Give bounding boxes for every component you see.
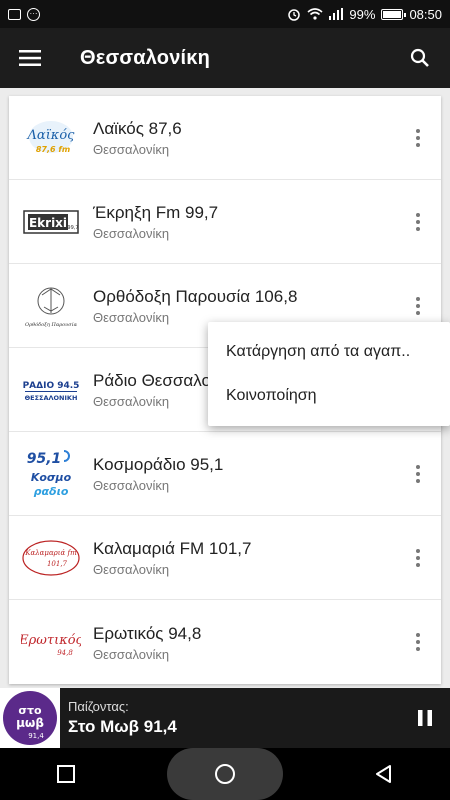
logo-text: ΡΑΔΙΟ 94.5 bbox=[23, 381, 80, 391]
station-city: Θεσσαλονίκη bbox=[93, 142, 170, 157]
station-logo: ΡΑΔΙΟ 94.5 ΘΕΣΣΑΛΟΝΙΚΗ bbox=[21, 360, 81, 420]
app-bar: Θεσσαλονίκη bbox=[0, 28, 450, 88]
more-options-icon[interactable] bbox=[395, 96, 441, 180]
station-name: Καλαμαριά FM 101,7 bbox=[93, 539, 252, 558]
signal-icon bbox=[329, 8, 344, 20]
station-city: Θεσσαλονίκη bbox=[93, 562, 170, 577]
more-options-icon[interactable] bbox=[395, 180, 441, 264]
menu-item-remove-favorite[interactable]: Κατάργηση από τα αγαπ.. bbox=[208, 330, 450, 374]
svg-text:Κοσμο: Κοσμο bbox=[31, 471, 72, 484]
back-icon[interactable] bbox=[354, 748, 414, 800]
station-row[interactable]: Καλαμαριά fm 101,7 Καλαμαριά FM 101,7 Θε… bbox=[9, 516, 441, 600]
station-logo: Λαϊκός 87,6 fm bbox=[21, 108, 81, 168]
wifi-icon bbox=[307, 8, 323, 20]
logo-text: Ekrixi bbox=[29, 216, 67, 230]
menu-item-share[interactable]: Κοινοποίηση bbox=[208, 374, 450, 418]
home-button[interactable] bbox=[166, 748, 283, 800]
pause-icon[interactable] bbox=[400, 688, 450, 748]
battery-icon bbox=[381, 8, 407, 20]
station-logo: 95,1 Κοσμο ραδιο bbox=[21, 444, 81, 504]
more-options-icon[interactable] bbox=[395, 516, 441, 600]
now-playing-logo: στο μωβ 91,4 bbox=[0, 688, 60, 748]
logo-subtext: 99,7 bbox=[67, 225, 78, 231]
now-playing-title: Στο Μωβ 91,4 bbox=[68, 717, 177, 736]
station-logo: Καλαμαριά fm 101,7 bbox=[21, 528, 81, 588]
logo-text: 95,1 bbox=[27, 451, 62, 467]
station-city: Θεσσαλονίκη bbox=[93, 226, 170, 241]
image-notification-icon bbox=[8, 8, 21, 20]
svg-text:ραδιο: ραδιο bbox=[34, 485, 69, 498]
station-logo: Ερωτικός 94,8 bbox=[21, 612, 81, 672]
recents-icon[interactable] bbox=[36, 748, 96, 800]
station-row[interactable]: 95,1 Κοσμο ραδιο Κοσμοράδιο 95,1 Θεσσαλο… bbox=[9, 432, 441, 516]
svg-text:μωβ: μωβ bbox=[16, 716, 44, 730]
station-row[interactable]: Λαϊκός 87,6 fm Λαϊκός 87,6 Θεσσαλονίκη bbox=[9, 96, 441, 180]
station-city: Θεσσαλονίκη bbox=[93, 478, 170, 493]
now-playing-bar[interactable]: στο μωβ 91,4 Παίζοντας: Στο Μωβ 91,4 bbox=[0, 688, 450, 748]
search-icon[interactable] bbox=[390, 28, 450, 88]
station-name: Ερωτικός 94,8 bbox=[93, 623, 202, 643]
page-title: Θεσσαλονίκη bbox=[80, 46, 211, 69]
alarm-icon bbox=[288, 9, 301, 21]
status-bar: ··· 99% 08:50 bbox=[0, 0, 450, 28]
station-name: Ορθόδοξη Παρουσία 106,8 bbox=[93, 287, 298, 306]
logo-text: Ορθόδοξη Παρουσία bbox=[25, 321, 78, 328]
logo-subtext: 91,4 bbox=[28, 732, 44, 740]
logo-subtext: 101,7 bbox=[47, 560, 68, 568]
logo-text: Λαϊκός bbox=[27, 128, 76, 143]
system-nav-bar bbox=[0, 748, 450, 800]
station-city: Θεσσαλονίκη bbox=[93, 646, 170, 662]
menu-icon[interactable] bbox=[0, 28, 60, 88]
logo-text: Ερωτικός bbox=[21, 633, 81, 648]
clock: 08:50 bbox=[409, 6, 442, 22]
station-row[interactable]: Ekrixi 99,7 Έκρηξη Fm 99,7 Θεσσαλονίκη bbox=[9, 180, 441, 264]
context-menu: Κατάργηση από τα αγαπ.. Κοινοποίηση bbox=[208, 322, 450, 426]
station-logo: Ορθόδοξη Παρουσία bbox=[21, 276, 81, 336]
station-name: Λαϊκός 87,6 bbox=[93, 119, 182, 138]
logo-subtext: 87,6 fm bbox=[36, 145, 70, 154]
station-logo: Ekrixi 99,7 bbox=[21, 192, 81, 252]
now-playing-label: Παίζοντας: bbox=[68, 699, 129, 714]
chat-notification-icon: ··· bbox=[27, 7, 40, 21]
station-row[interactable]: Ερωτικός 94,8 Ερωτικός 94,8 Θεσσαλονίκη bbox=[9, 600, 441, 684]
home-icon bbox=[214, 764, 235, 784]
more-options-icon[interactable] bbox=[395, 600, 441, 684]
station-name: Έκρηξη Fm 99,7 bbox=[93, 203, 219, 222]
battery-percent: 99% bbox=[349, 6, 376, 22]
more-options-icon[interactable] bbox=[395, 432, 441, 516]
logo-subtext: ΘΕΣΣΑΛΟΝΙΚΗ bbox=[25, 394, 78, 402]
logo-text: Καλαμαριά fm bbox=[24, 549, 77, 557]
station-name: Κοσμοράδιο 95,1 bbox=[93, 455, 224, 474]
logo-subtext: 94,8 bbox=[57, 649, 73, 657]
